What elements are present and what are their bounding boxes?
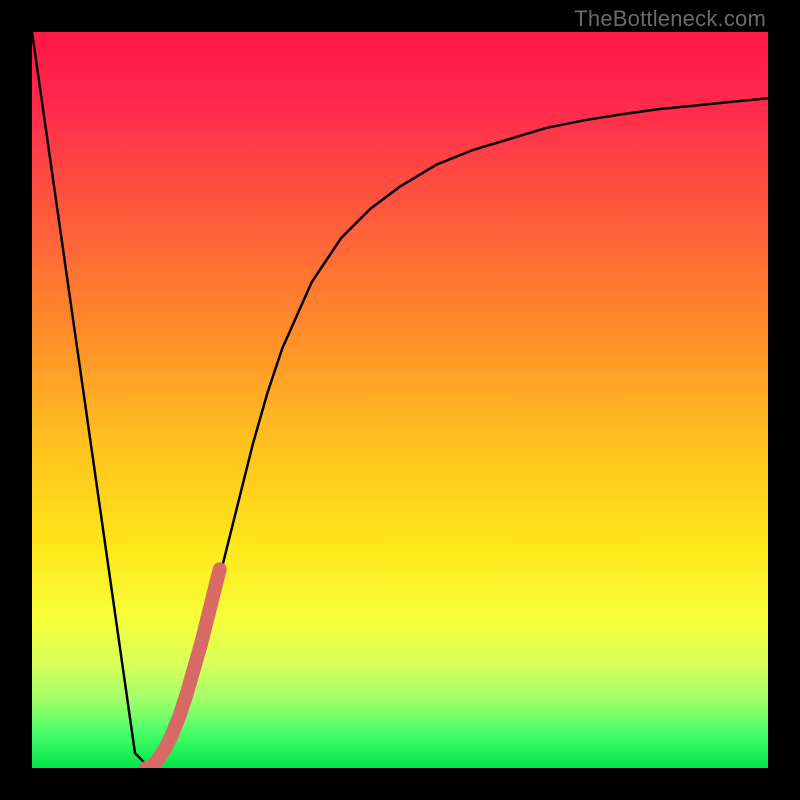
bottleneck-curve bbox=[32, 32, 768, 768]
curves-layer bbox=[32, 32, 768, 768]
plot-area bbox=[32, 32, 768, 768]
highlight-segment bbox=[146, 569, 220, 768]
watermark-text: TheBottleneck.com bbox=[574, 6, 766, 32]
chart-frame: TheBottleneck.com bbox=[0, 0, 800, 800]
